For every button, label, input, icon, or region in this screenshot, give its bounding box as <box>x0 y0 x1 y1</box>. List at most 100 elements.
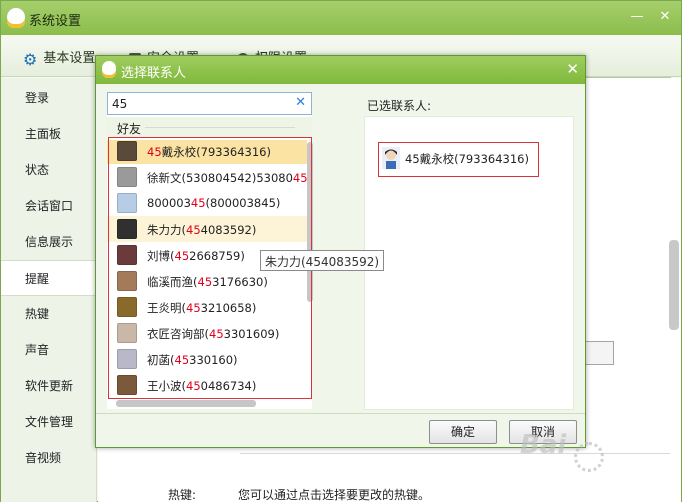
contact-row[interactable]: 徐新文(530804542)530804542 <box>107 164 307 190</box>
search-match-highlight: 45 <box>209 327 224 341</box>
hotkey-description: 您可以通过点击选择要更改的热键。 <box>238 488 431 502</box>
avatar <box>117 271 137 291</box>
contact-name-suffix: 4083592) <box>200 223 257 237</box>
search-match-highlight: 45 <box>174 353 190 367</box>
selected-contacts-list: 45戴永校(793364316) <box>364 116 574 410</box>
sidebar-item-status[interactable]: 状态 <box>1 152 97 188</box>
minimize-icon[interactable]: — <box>629 9 645 24</box>
sidebar-item-info-display[interactable]: 信息展示 <box>1 224 97 260</box>
contact-name-prefix: 衣匠咨询部( <box>147 327 209 341</box>
sidebar-item-file-management[interactable]: 文件管理 <box>1 404 97 440</box>
content-scrollbar[interactable] <box>669 240 679 330</box>
avatar <box>117 245 137 265</box>
watermark-paw-icon <box>574 442 604 472</box>
avatar <box>382 147 400 169</box>
divider <box>240 453 670 454</box>
contact-row[interactable]: 衣匠咨询部(453301609) <box>107 320 307 346</box>
close-icon[interactable]: ✕ <box>566 60 579 78</box>
clear-icon[interactable]: ✕ <box>295 95 306 110</box>
watermark-logo: Bai <box>520 430 567 460</box>
avatar <box>117 297 137 317</box>
search-match-highlight: 45 <box>174 249 190 263</box>
contact-name-prefix: 王炎明( <box>147 301 186 315</box>
sidebar-item-audio-video[interactable]: 音视频 <box>1 440 97 476</box>
contact-list-horizontal-scrollbar[interactable] <box>116 400 256 407</box>
avatar <box>117 193 137 213</box>
contact-row[interactable]: 王小波(450486734) <box>107 372 307 396</box>
contact-list-vertical-scrollbar[interactable] <box>307 142 313 302</box>
contact-name-prefix: 徐新文(530804542)53080 <box>147 171 293 185</box>
settings-title: 系统设置 <box>29 14 82 29</box>
selected-contacts-label: 已选联系人: <box>367 99 432 113</box>
search-match-highlight: 45 <box>186 379 201 393</box>
qq-penguin-icon <box>7 8 25 28</box>
contact-name: 临溪而渔(453176630) <box>147 274 268 290</box>
dialog-title-bar: 选择联系人 ✕ <box>96 56 585 84</box>
tab-basic-settings[interactable]: ⚙ 基本设置 <box>23 47 95 69</box>
contact-name: 45戴永校(793364316) <box>147 144 271 160</box>
sidebar-item-software-update[interactable]: 软件更新 <box>1 368 97 404</box>
search-match-highlight: 45 <box>147 145 162 159</box>
contact-name-suffix: 0486734) <box>200 379 257 393</box>
contact-name-suffix: 戴永校(793364316) <box>161 145 271 159</box>
selected-contact-name: 45戴永校(793364316) <box>405 152 529 166</box>
avatar <box>117 141 137 161</box>
sidebar-item-main-panel[interactable]: 主面板 <box>1 116 97 152</box>
contact-name-prefix: 800003 <box>147 196 191 210</box>
settings-title-bar: 系统设置 — ✕ <box>1 1 681 35</box>
avatar <box>117 219 137 239</box>
qq-penguin-icon <box>102 61 116 78</box>
avatar <box>117 167 137 187</box>
sidebar-item-login[interactable]: 登录 <box>1 80 97 116</box>
avatar <box>117 375 137 395</box>
search-match-highlight: 45 <box>292 171 307 185</box>
contact-row[interactable]: 朱力力(454083592) <box>107 216 307 242</box>
group-name: 好友 <box>117 122 142 136</box>
contact-search-input[interactable] <box>108 93 288 114</box>
contact-name: 王小波(450486734) <box>147 378 256 394</box>
contact-name-suffix: (800003845) <box>205 196 281 210</box>
selected-contact-item[interactable]: 45戴永校(793364316) <box>378 142 539 177</box>
dialog-title: 选择联系人 <box>121 66 187 81</box>
contact-row[interactable]: 初菡(45330160) <box>107 346 307 372</box>
sidebar-item-reminders[interactable]: 提醒 <box>1 260 97 296</box>
search-match-highlight: 45 <box>186 301 201 315</box>
dialog-footer: 确定 取消 <box>96 413 585 447</box>
contact-row[interactable]: 80000345(800003845) <box>107 190 307 216</box>
sidebar-item-chat-window[interactable]: 会话窗口 <box>1 188 97 224</box>
contact-name-suffix: 3301609) <box>223 327 280 341</box>
contact-row[interactable]: 临溪而渔(453176630) <box>107 268 307 294</box>
contact-name-prefix: 初菡( <box>147 353 175 367</box>
contact-row[interactable]: 王炎明(453210658) <box>107 294 307 320</box>
contact-name-prefix: 王小波( <box>147 379 186 393</box>
contact-name-suffix: 2668759) <box>189 249 245 263</box>
contact-name-prefix: 刘博( <box>147 249 175 263</box>
contact-name-suffix: 3176630) <box>212 275 268 289</box>
contact-search-box[interactable]: ✕ <box>107 92 312 115</box>
search-match-highlight: 45 <box>190 196 206 210</box>
contact-name-prefix: 临溪而渔( <box>147 275 198 289</box>
contact-name: 王炎明(453210658) <box>147 300 256 316</box>
tab-label: 基本设置 <box>43 51 96 66</box>
selected-contacts-pane: 已选联系人: 45戴永校(793364316) <box>364 92 574 410</box>
friends-group-header[interactable]: 好友 <box>107 117 312 137</box>
contact-name: 刘博(452668759) <box>147 248 245 264</box>
avatar <box>117 349 137 369</box>
contact-name: 朱力力(454083592) <box>147 222 256 238</box>
contact-name-suffix: 3210658) <box>200 301 257 315</box>
contact-name: 初菡(45330160) <box>147 352 238 368</box>
ok-button[interactable]: 确定 <box>429 420 497 444</box>
divider <box>145 127 295 128</box>
contact-row[interactable]: 45戴永校(793364316) <box>107 140 307 164</box>
contact-name-suffix: 330160) <box>189 353 238 367</box>
gear-icon: ⚙ <box>23 50 38 69</box>
contact-name: 80000345(800003845) <box>147 196 280 210</box>
search-match-highlight: 45 <box>197 275 213 289</box>
settings-sidebar: 登录 主面板 状态 会话窗口 信息展示 提醒 热键 声音 软件更新 文件管理 音… <box>1 78 97 502</box>
contact-tooltip: 朱力力(454083592) <box>260 250 385 271</box>
close-icon[interactable]: ✕ <box>657 9 673 24</box>
sidebar-item-hotkeys[interactable]: 热键 <box>1 296 97 332</box>
contact-name: 衣匠咨询部(453301609) <box>147 326 279 342</box>
sidebar-item-sound[interactable]: 声音 <box>1 332 97 368</box>
contact-name: 徐新文(530804542)530804542 <box>147 170 307 186</box>
